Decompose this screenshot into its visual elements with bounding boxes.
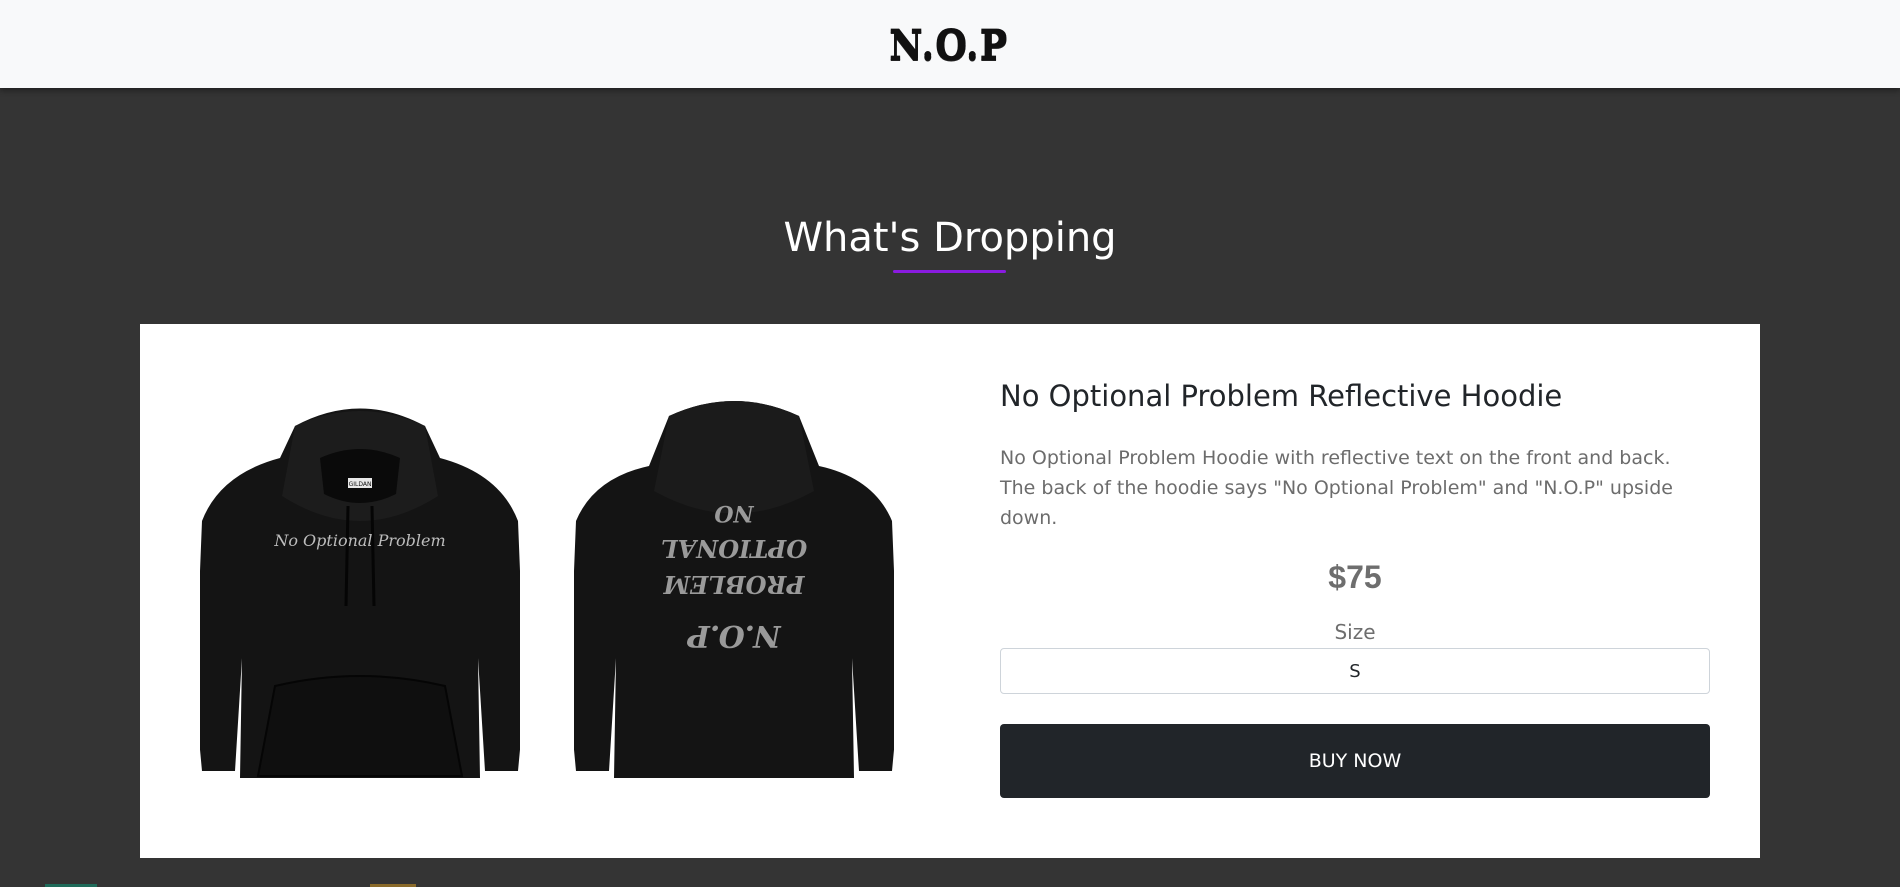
hoodie-front-image: GILDAN No Optional Problem <box>200 408 520 778</box>
section-title: What's Dropping <box>783 215 1117 261</box>
hoodie-back-image: N.O.P PROBLEM OPTIONAL NO <box>574 401 894 778</box>
title-underline <box>893 270 1006 273</box>
product-description: No Optional Problem Hoodie with reflecti… <box>1000 447 1673 529</box>
product-details: No Optional Problem Reflective Hoodie No… <box>1000 379 1710 798</box>
hoodie-front-print: No Optional Problem <box>273 531 445 550</box>
size-select[interactable]: S <box>1000 648 1710 694</box>
back-print-line-1: N.O.P <box>686 618 782 653</box>
back-print-line-3: OPTIONAL <box>661 534 807 563</box>
size-label: Size <box>1334 620 1376 644</box>
brand-logo[interactable]: N.O.P <box>889 21 1008 68</box>
buy-now-button[interactable]: BUY NOW <box>1000 724 1710 798</box>
back-print-line-2: PROBLEM <box>662 570 805 599</box>
product-price: $75 <box>1328 559 1382 595</box>
back-print-line-4: NO <box>714 500 754 526</box>
hoodie-tag-text: GILDAN <box>349 481 372 488</box>
product-card: GILDAN No Optional Problem N.O.P PROBLEM… <box>140 324 1760 858</box>
top-navbar: N.O.P <box>0 0 1900 88</box>
product-title: No Optional Problem Reflective Hoodie <box>1000 379 1563 413</box>
